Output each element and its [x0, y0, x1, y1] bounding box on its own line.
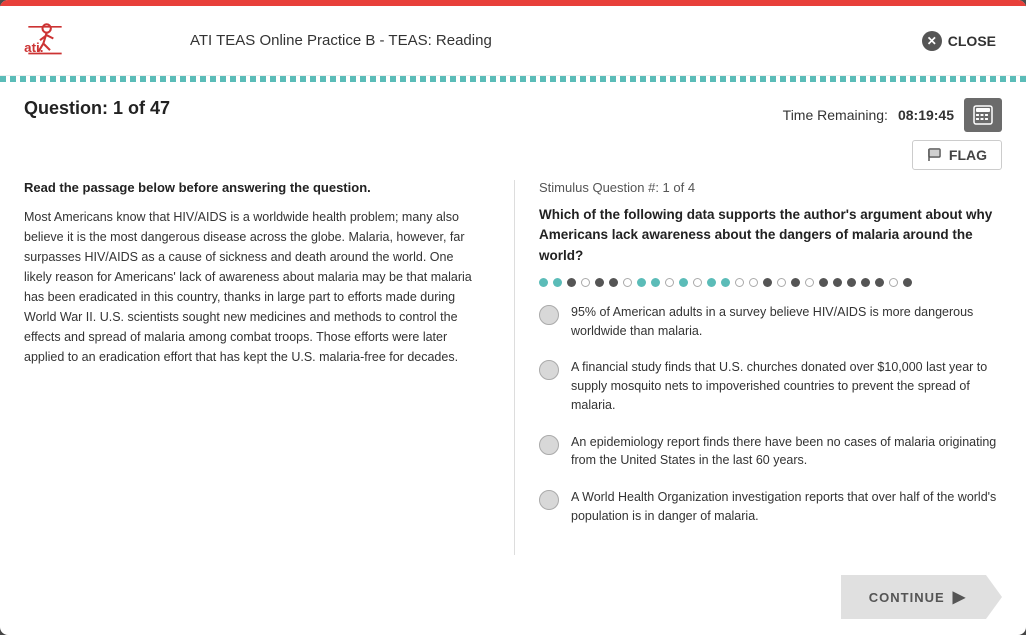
header: ati. ATI TEAS Online Practice B - TEAS: … — [0, 6, 1026, 76]
dot-15 — [735, 278, 744, 287]
calculator-button[interactable] — [964, 98, 1002, 132]
dot-27 — [903, 278, 912, 287]
dot-11 — [679, 278, 688, 287]
dot-13 — [707, 278, 716, 287]
svg-text:ati.: ati. — [24, 39, 43, 54]
timer-value: 08:19:45 — [898, 107, 954, 123]
arrow-right-icon: ▶ — [953, 587, 966, 607]
option-text-a: 95% of American adults in a survey belie… — [571, 303, 1002, 341]
timer-section: Time Remaining: 08:19:45 — [783, 98, 1002, 170]
dot-24 — [861, 278, 870, 287]
passage-text: Most Americans know that HIV/AIDS is a w… — [24, 207, 484, 367]
dot-10 — [665, 278, 674, 287]
dot-7 — [623, 278, 632, 287]
radio-d[interactable] — [539, 490, 559, 510]
dot-4 — [581, 278, 590, 287]
option-text-b: A financial study finds that U.S. church… — [571, 358, 1002, 414]
dot-26 — [889, 278, 898, 287]
logo: ati. — [20, 16, 160, 66]
close-button[interactable]: ✕ CLOSE — [912, 25, 1006, 57]
answer-option-d[interactable]: A World Health Organization investigatio… — [539, 488, 1002, 526]
dot-12 — [693, 278, 702, 287]
footer: CONTINUE ▶ — [0, 565, 1026, 635]
dot-18 — [777, 278, 786, 287]
app-window: ati. ATI TEAS Online Practice B - TEAS: … — [0, 0, 1026, 635]
option-text-c: An epidemiology report finds there have … — [571, 433, 1002, 471]
answer-option-b[interactable]: A financial study finds that U.S. church… — [539, 358, 1002, 414]
option-text-d: A World Health Organization investigatio… — [571, 488, 1002, 526]
dot-1 — [539, 278, 548, 287]
main-content: Read the passage below before answering … — [0, 180, 1026, 565]
close-icon: ✕ — [922, 31, 942, 51]
answer-options: 95% of American adults in a survey belie… — [539, 303, 1002, 526]
radio-a[interactable] — [539, 305, 559, 325]
dot-22 — [833, 278, 842, 287]
timer-row: Time Remaining: 08:19:45 — [783, 98, 1002, 132]
dot-20 — [805, 278, 814, 287]
flag-icon — [927, 147, 943, 163]
stimulus-header: Stimulus Question #: 1 of 4 — [539, 180, 1002, 195]
dot-5 — [595, 278, 604, 287]
left-panel: Read the passage below before answering … — [24, 180, 484, 555]
dot-23 — [847, 278, 856, 287]
question-number: Question: 1 of 47 — [24, 98, 170, 119]
continue-button[interactable]: CONTINUE ▶ — [841, 575, 1002, 619]
continue-label: CONTINUE — [869, 590, 945, 605]
radio-b[interactable] — [539, 360, 559, 380]
close-label: CLOSE — [948, 33, 996, 49]
ati-logo-icon: ati. — [20, 16, 70, 66]
dot-19 — [791, 278, 800, 287]
answer-option-a[interactable]: 95% of American adults in a survey belie… — [539, 303, 1002, 341]
dot-8 — [637, 278, 646, 287]
right-panel: Stimulus Question #: 1 of 4 Which of the… — [514, 180, 1002, 555]
dot-17 — [763, 278, 772, 287]
question-header: Question: 1 of 47 Time Remaining: 08:19:… — [0, 82, 1026, 180]
question-text: Which of the following data supports the… — [539, 205, 1002, 266]
dot-3 — [567, 278, 576, 287]
dot-2 — [553, 278, 562, 287]
flag-button[interactable]: FLAG — [912, 140, 1002, 170]
content-area: Question: 1 of 47 Time Remaining: 08:19:… — [0, 82, 1026, 635]
exam-title: ATI TEAS Online Practice B - TEAS: Readi… — [190, 32, 912, 49]
dot-21 — [819, 278, 828, 287]
dot-14 — [721, 278, 730, 287]
radio-c[interactable] — [539, 435, 559, 455]
dot-16 — [749, 278, 758, 287]
dot-9 — [651, 278, 660, 287]
dot-6 — [609, 278, 618, 287]
flag-label: FLAG — [949, 147, 987, 163]
instruction-text: Read the passage below before answering … — [24, 180, 484, 195]
progress-dots — [539, 278, 1002, 287]
timer-label: Time Remaining: — [783, 107, 888, 123]
calculator-icon — [972, 104, 994, 126]
dot-25 — [875, 278, 884, 287]
answer-option-c[interactable]: An epidemiology report finds there have … — [539, 433, 1002, 471]
